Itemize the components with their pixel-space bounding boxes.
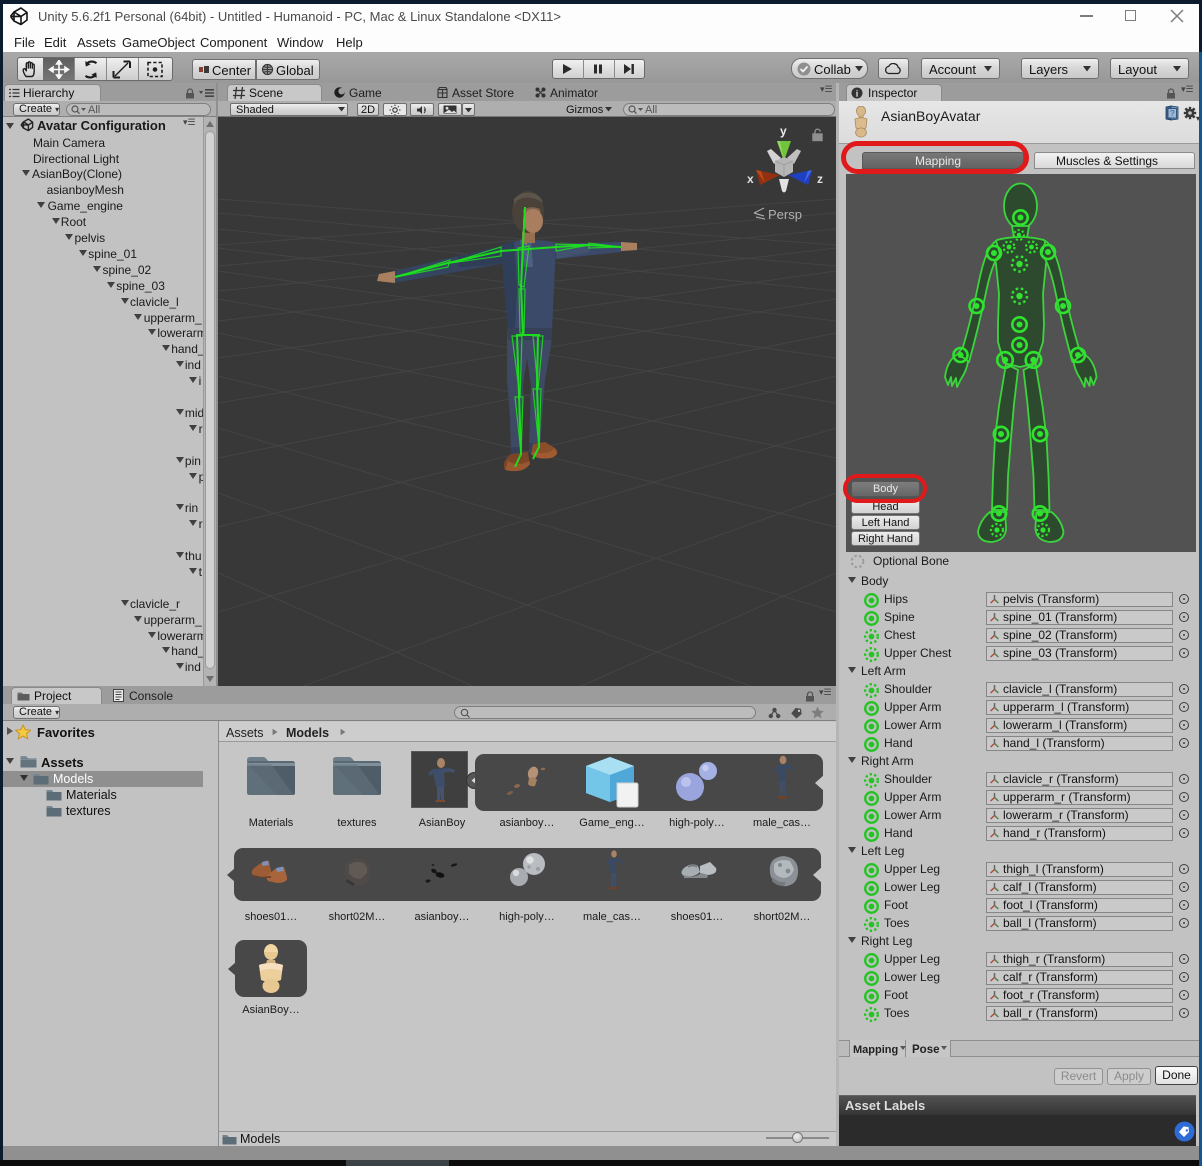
svg-text:y: y xyxy=(780,124,787,138)
svg-text:x: x xyxy=(747,172,754,186)
svg-text:Persp: Persp xyxy=(768,207,802,222)
svg-text:?: ? xyxy=(1170,108,1175,118)
svg-text:z: z xyxy=(817,172,823,186)
